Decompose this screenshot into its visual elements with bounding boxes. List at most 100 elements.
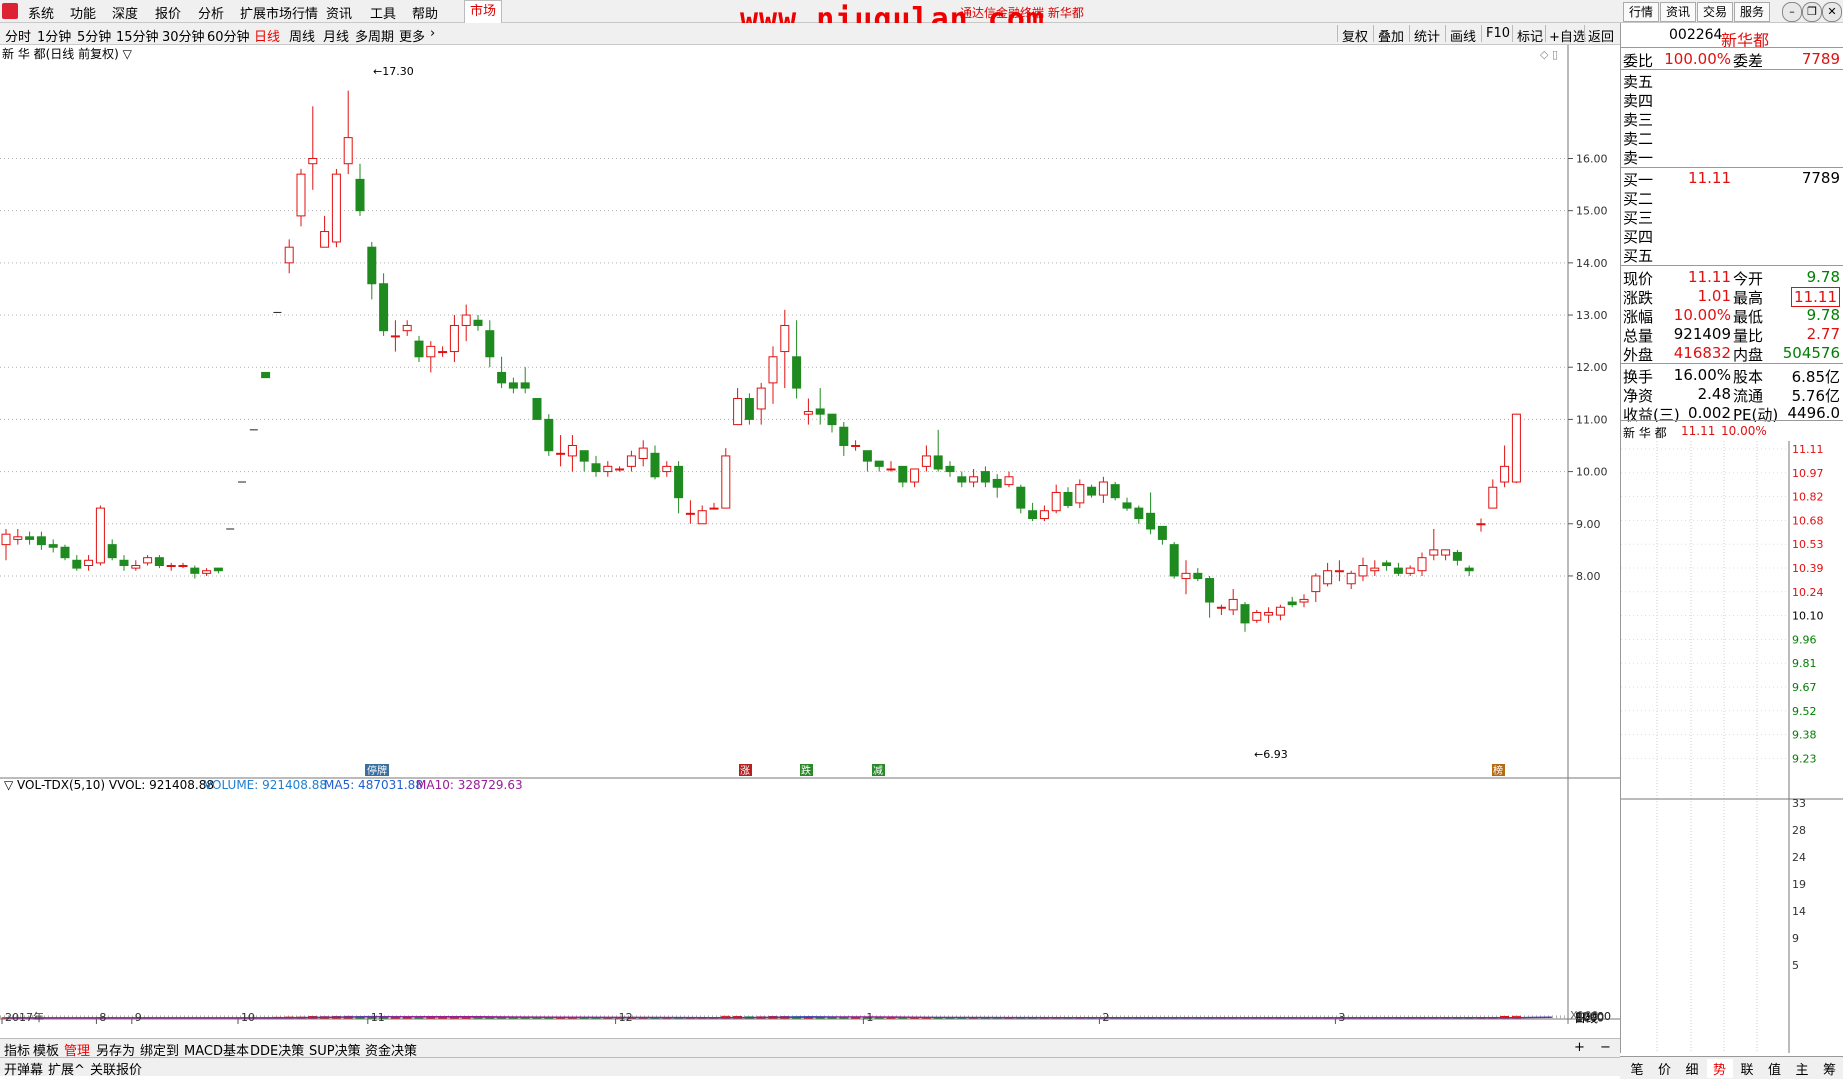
buy1-volume: 7789: [1801, 169, 1840, 187]
tool-f10[interactable]: F10: [1486, 26, 1510, 41]
side-tab[interactable]: 细: [1679, 1059, 1705, 1078]
side-tab[interactable]: 笔: [1624, 1059, 1650, 1078]
quote-label: 总量: [1623, 327, 1654, 345]
trade-button[interactable]: 交易: [1697, 2, 1733, 22]
candle-body-down: [544, 418, 554, 452]
chart-grid: [0, 157, 1568, 1019]
toolbar-divider: [1337, 25, 1338, 42]
candle-body-up: [1275, 606, 1285, 616]
menu-system[interactable]: 系统: [28, 3, 54, 22]
toggle-danmaku[interactable]: 开弹幕: [4, 1059, 43, 1078]
event-marker-suspend[interactable]: 停牌: [367, 764, 387, 777]
candle-body-up: [390, 335, 400, 338]
period-1min[interactable]: 1分钟: [37, 26, 71, 45]
candle-body-down: [25, 536, 35, 540]
menu-tools[interactable]: 工具: [370, 3, 396, 22]
side-tab[interactable]: 价: [1652, 1059, 1678, 1078]
buy2-label: 买二: [1623, 190, 1654, 208]
menu-function[interactable]: 功能: [70, 3, 96, 22]
chart-title[interactable]: 新 华 都(日线 前复权) ▽: [2, 46, 133, 61]
close-icon[interactable]: ✕: [1822, 2, 1842, 22]
tool-stats[interactable]: 统计: [1414, 26, 1440, 45]
sell2-label: 卖二: [1623, 130, 1654, 148]
news-button[interactable]: 资讯: [1660, 2, 1696, 22]
menu-help[interactable]: 帮助: [412, 3, 438, 22]
candle-body-up: [1051, 491, 1061, 512]
toolbar-divider: [1584, 25, 1585, 42]
intraday-mini-chart[interactable]: 11.11 10.97 10.82 10.68 10.53 10.39 10.24 10.10…: [1621, 441, 1843, 1053]
quote-button[interactable]: 行情: [1623, 2, 1659, 22]
layout-diamond-icon[interactable]: ◇ ▯: [1540, 48, 1558, 61]
restore-icon[interactable]: ❐: [1802, 2, 1822, 22]
side-tab[interactable]: 筹: [1817, 1059, 1843, 1078]
tool-draw[interactable]: 画线: [1450, 26, 1476, 45]
quote-value: 2.77: [1806, 325, 1840, 343]
tool-add-favorite[interactable]: +自选: [1549, 26, 1586, 45]
candle-body-down: [1028, 510, 1038, 520]
market-button[interactable]: 市场: [464, 0, 502, 24]
time-axis-label: 11: [371, 1011, 385, 1024]
chevron-right-icon[interactable]: ›: [430, 26, 435, 41]
candle-body-up: [638, 447, 648, 460]
event-marker-down[interactable]: 跌: [801, 764, 811, 777]
period-5min[interactable]: 5分钟: [77, 26, 111, 45]
menu-news[interactable]: 资讯: [326, 3, 352, 22]
candlestick-series: [1, 90, 1521, 632]
candle-body-down: [36, 536, 46, 546]
candle-body-up: [178, 565, 188, 568]
period-monthly[interactable]: 月线: [323, 26, 349, 45]
time-axis-label: 12: [619, 1011, 633, 1024]
side-tab[interactable]: 值: [1762, 1059, 1788, 1078]
mini-price-label: 10.82: [1792, 491, 1824, 504]
candle-body-up: [426, 345, 436, 358]
low-price-label: ←6.93: [1254, 748, 1288, 761]
tool-overlay[interactable]: 叠加: [1378, 26, 1404, 45]
menu-analysis[interactable]: 分析: [198, 3, 224, 22]
period-multi[interactable]: 多周期: [355, 26, 394, 45]
quote-value: 9.78: [1806, 306, 1840, 324]
tool-adjust[interactable]: 复权: [1342, 26, 1368, 45]
expand-button[interactable]: 扩展^: [48, 1059, 85, 1078]
related-quotes[interactable]: 关联报价: [90, 1059, 142, 1078]
period-60min[interactable]: 60分钟: [207, 26, 250, 45]
fund-value: 16.00%: [1673, 366, 1731, 384]
menu-extended-market[interactable]: 扩展市场行情: [240, 3, 318, 22]
fund-row: 换手 16.00% 股本 6.85亿: [1621, 366, 1843, 386]
side-tab[interactable]: 主: [1789, 1059, 1815, 1078]
service-button[interactable]: 服务: [1734, 2, 1770, 22]
period-daily[interactable]: 日线: [254, 26, 280, 45]
zoom-in-icon[interactable]: +: [1574, 1040, 1585, 1055]
candle-body-up: [1252, 611, 1262, 621]
quote-value: 921409: [1673, 325, 1731, 343]
fund-label: 收益(三): [1623, 406, 1680, 424]
period-toolbar: 分时 1分钟 5分钟 15分钟 30分钟 60分钟 日线 周线 月线 多周期 更…: [0, 23, 1620, 45]
period-weekly[interactable]: 周线: [289, 26, 315, 45]
candle-body-up: [438, 351, 448, 354]
period-15min[interactable]: 15分钟: [116, 26, 159, 45]
period-30min[interactable]: 30分钟: [162, 26, 205, 45]
event-marker-up[interactable]: 涨: [740, 765, 750, 777]
mini-price-label: 10.68: [1792, 514, 1824, 527]
period-tick[interactable]: 分时: [5, 26, 31, 45]
sell3-label: 卖三: [1623, 111, 1654, 129]
indicator-name[interactable]: ▽ VOL-TDX(5,10) VVOL: 921408.88: [4, 778, 214, 792]
event-marker-reduce[interactable]: 减: [873, 765, 883, 777]
tool-back[interactable]: 返回: [1588, 26, 1614, 45]
period-more[interactable]: 更多: [399, 26, 425, 45]
zoom-out-icon[interactable]: −: [1600, 1040, 1611, 1055]
side-tab[interactable]: 势: [1706, 1059, 1733, 1078]
menu-bar: 系统 功能 深度 报价 分析 扩展市场行情 资讯 工具 帮助 市场 通达信金融终…: [0, 0, 1843, 37]
price-axis-label: 12.00: [1576, 361, 1608, 374]
candle-body-up: [402, 324, 412, 332]
menu-quote[interactable]: 报价: [155, 3, 181, 22]
candle-body-up: [1429, 549, 1439, 556]
kline-chart[interactable]: 16.00 15.00 14.00 13.00 12.00 11.00 10.00 9.00 8…: [0, 45, 1620, 1024]
fund-value: 5.76亿: [1791, 387, 1840, 405]
event-marker-rank[interactable]: 榜: [1493, 764, 1503, 777]
toolbar-divider: [1512, 25, 1513, 42]
tool-mark[interactable]: 标记: [1517, 26, 1543, 45]
menu-depth[interactable]: 深度: [112, 3, 138, 22]
candle-body-up: [603, 465, 613, 473]
side-tab[interactable]: 联: [1734, 1059, 1760, 1078]
minimize-icon[interactable]: –: [1782, 2, 1802, 22]
